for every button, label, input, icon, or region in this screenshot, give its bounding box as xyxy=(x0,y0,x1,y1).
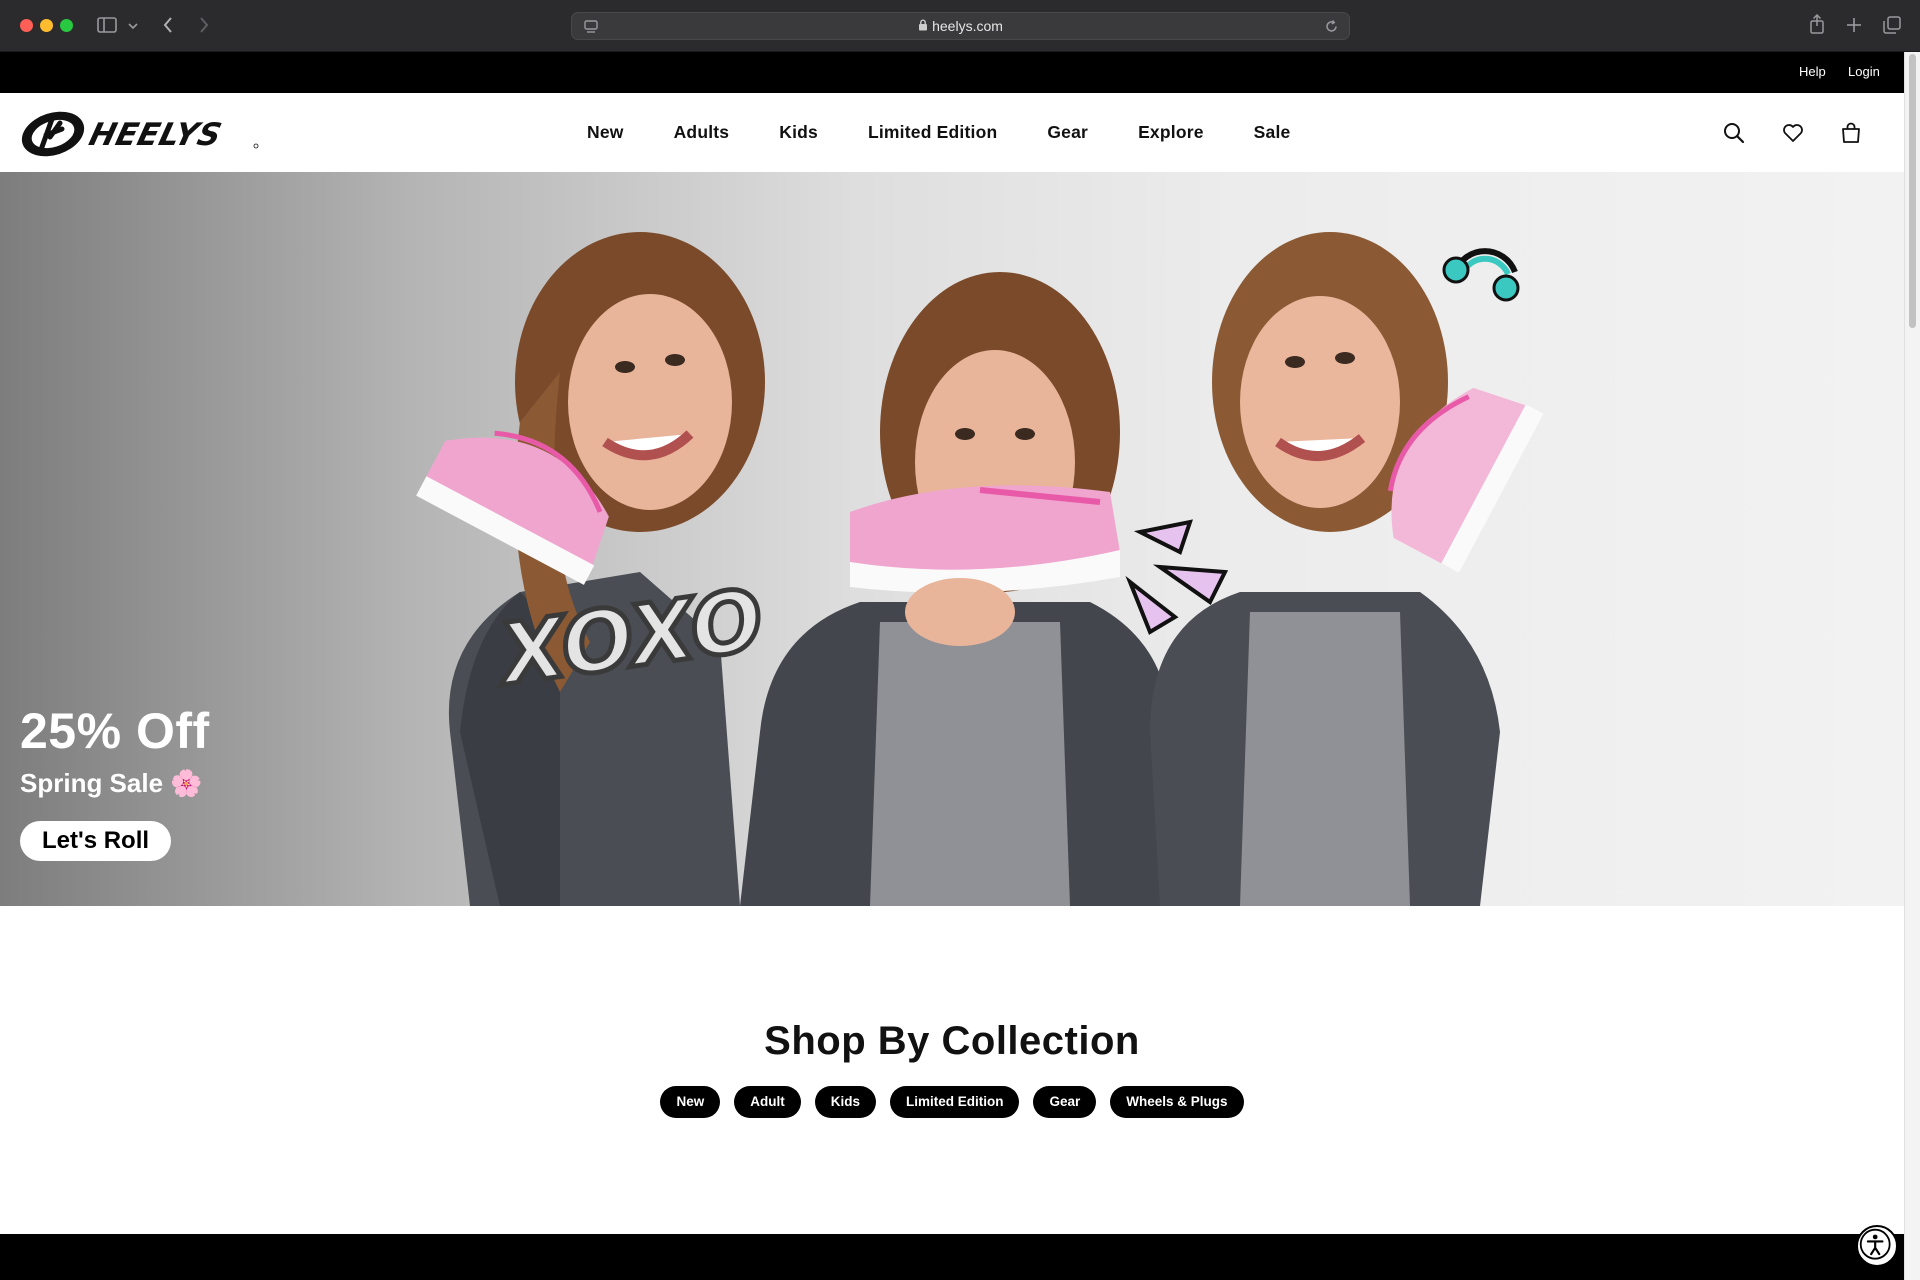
browser-toolbar: heelys.com xyxy=(0,0,1920,52)
nav-item-limited-edition[interactable]: Limited Edition xyxy=(868,122,997,143)
heart-icon[interactable] xyxy=(1781,121,1805,145)
nav-item-new[interactable]: New xyxy=(587,122,624,143)
collection-pills: New Adult Kids Limited Edition Gear Whee… xyxy=(0,1086,1904,1118)
forward-icon[interactable] xyxy=(198,16,210,34)
utility-bar: Help Login xyxy=(0,52,1904,93)
hero-image: XOXO xyxy=(416,232,1544,906)
login-link[interactable]: Login xyxy=(1848,64,1880,79)
reload-icon[interactable] xyxy=(1324,19,1339,34)
collection-pill-adult[interactable]: Adult xyxy=(734,1086,801,1118)
model-left-illustration xyxy=(416,232,765,906)
chevron-down-icon[interactable] xyxy=(128,22,138,30)
nav-item-gear[interactable]: Gear xyxy=(1047,122,1088,143)
new-tab-icon[interactable] xyxy=(1846,17,1862,33)
zoom-window-button[interactable] xyxy=(60,19,73,32)
minimize-window-button[interactable] xyxy=(40,19,53,32)
model-center-illustration xyxy=(740,272,1190,906)
collection-pill-new[interactable]: New xyxy=(660,1086,721,1118)
nav-item-sale[interactable]: Sale xyxy=(1254,122,1291,143)
hero-copy: 25% Off Spring Sale 🌸 Let's Roll xyxy=(20,702,210,861)
collection-pill-gear[interactable]: Gear xyxy=(1033,1086,1097,1118)
address-bar[interactable]: heelys.com xyxy=(571,12,1350,40)
hero-banner[interactable]: XOXO 25% Off Spring Sale 🌸 Let's Roll xyxy=(0,172,1904,906)
lets-roll-button[interactable]: Let's Roll xyxy=(20,821,172,861)
rainbow-heart-sticker xyxy=(1442,248,1520,302)
lock-icon xyxy=(919,19,928,31)
nav-item-kids[interactable]: Kids xyxy=(779,122,818,143)
collection-pill-limited-edition[interactable]: Limited Edition xyxy=(889,1086,1020,1118)
hero-title: 25% Off xyxy=(20,703,210,759)
footer-strip xyxy=(0,1234,1904,1280)
nav-item-explore[interactable]: Explore xyxy=(1138,122,1204,143)
close-window-button[interactable] xyxy=(20,19,33,32)
sidebar-icon[interactable] xyxy=(97,17,117,33)
heelys-logo[interactable]: HEELYS xyxy=(20,111,260,157)
collection-pill-kids[interactable]: Kids xyxy=(814,1086,876,1118)
logo-wordmark: HEELYS xyxy=(86,117,226,152)
accessibility-icon[interactable] xyxy=(1856,1225,1898,1267)
url-value: heelys.com xyxy=(932,18,1003,34)
share-icon[interactable] xyxy=(1809,14,1825,34)
main-navigation: HEELYS New Adults Kids Limited Edition G… xyxy=(0,93,1904,172)
search-icon[interactable] xyxy=(1722,121,1746,145)
nav-item-adults[interactable]: Adults xyxy=(674,122,730,143)
scrollbar-thumb[interactable] xyxy=(1909,54,1916,328)
back-icon[interactable] xyxy=(162,16,174,34)
page-scrollbar[interactable] xyxy=(1904,52,1920,1280)
help-link[interactable]: Help xyxy=(1799,64,1826,79)
collection-pill-wheels-plugs[interactable]: Wheels & Plugs xyxy=(1110,1086,1244,1118)
section-heading: Shop By Collection xyxy=(764,1019,1140,1063)
primary-nav-links: New Adults Kids Limited Edition Gear Exp… xyxy=(587,93,1340,172)
hero-subtitle: Spring Sale 🌸 xyxy=(20,768,203,798)
url-text: heelys.com xyxy=(572,13,1349,40)
tabs-overview-icon[interactable] xyxy=(1883,16,1901,34)
shop-by-collection-section: Shop By Collection New Adult Kids Limite… xyxy=(0,906,1904,1234)
bag-icon[interactable] xyxy=(1839,121,1863,145)
